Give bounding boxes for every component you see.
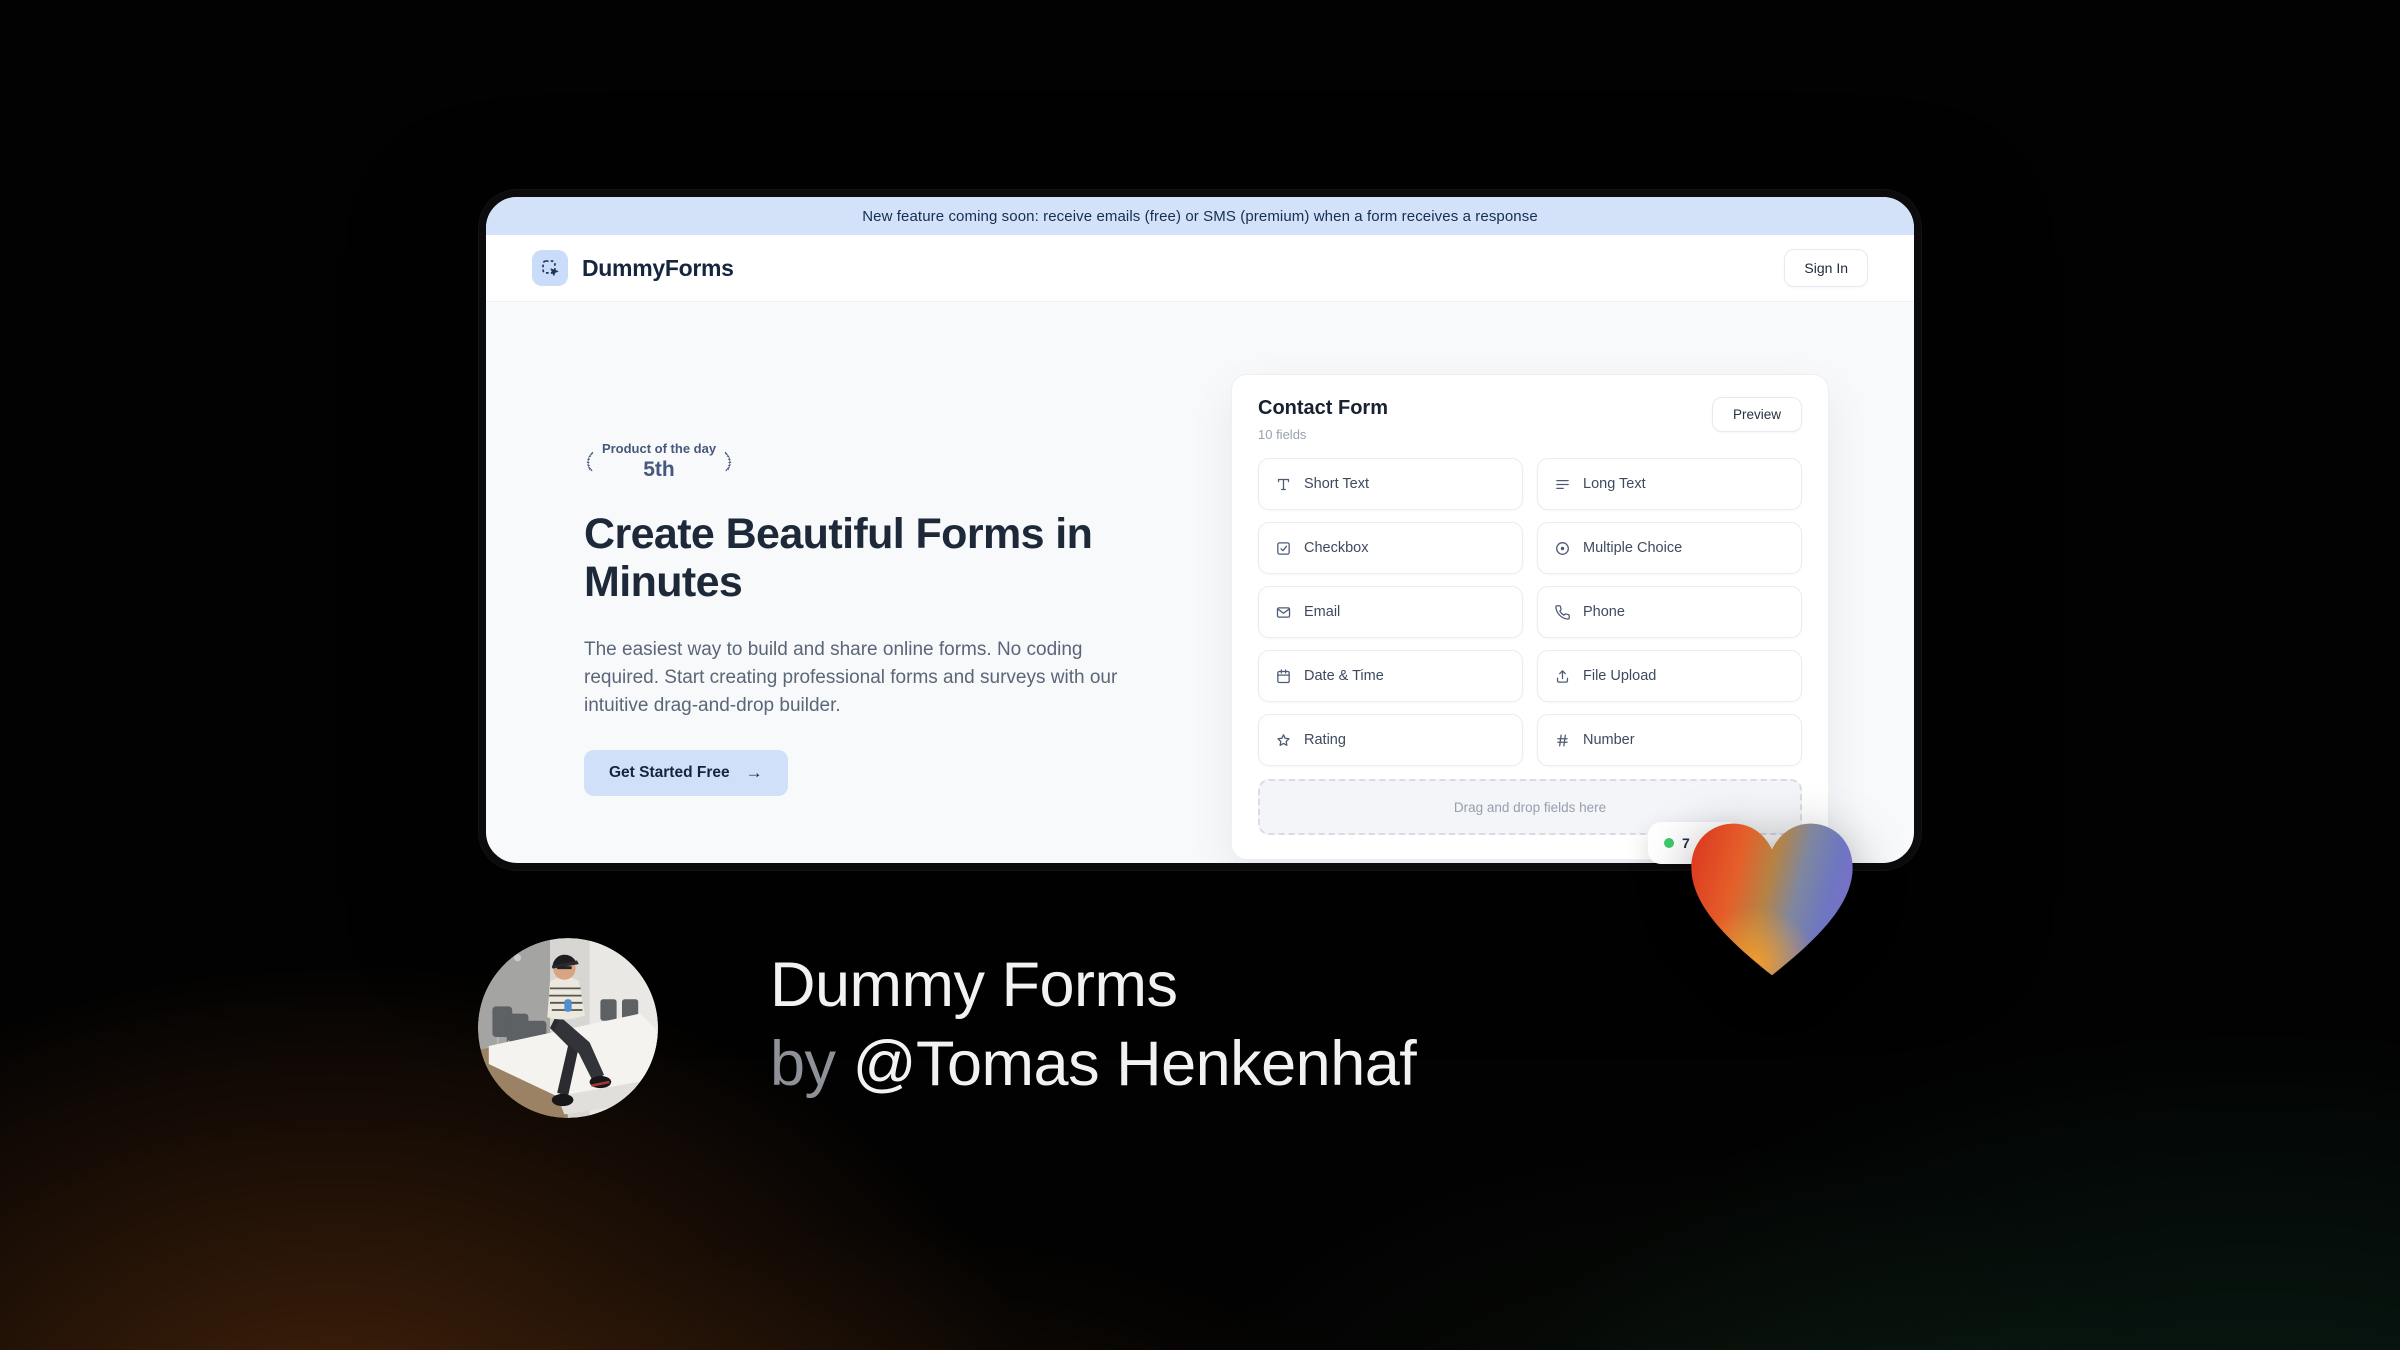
product-of-the-day-badge: Product of the day 5th xyxy=(584,432,734,490)
sign-in-button[interactable]: Sign In xyxy=(1784,249,1868,287)
field-date-time[interactable]: Date & Time xyxy=(1258,650,1523,702)
laurel-right-icon xyxy=(724,451,732,472)
envelope-icon xyxy=(1276,606,1291,618)
field-file-upload[interactable]: File Upload xyxy=(1537,650,1802,702)
checkbox-icon xyxy=(1277,541,1290,555)
hero-section: Product of the day 5th Create Beautiful … xyxy=(486,302,1914,863)
form-field-count: 10 fields xyxy=(1258,427,1307,442)
promo-canvas: New feature coming soon: receive emails … xyxy=(0,0,2400,1350)
field-label: Date & Time xyxy=(1304,668,1384,684)
author-handle: @Tomas Henkenhaf xyxy=(852,1029,1417,1099)
field-type-grid: Short Text Long Text Checkbox Multiple C… xyxy=(1258,458,1802,766)
field-long-text[interactable]: Long Text xyxy=(1537,458,1802,510)
avatar-photo xyxy=(478,938,658,1118)
calendar-icon xyxy=(1277,668,1290,683)
dashed-select-cursor-icon xyxy=(541,259,558,276)
field-label: File Upload xyxy=(1583,668,1657,684)
browser-window: New feature coming soon: receive emails … xyxy=(479,190,1921,870)
form-card-header: Contact Form 10 fields Preview xyxy=(1258,397,1802,442)
field-label: Rating xyxy=(1304,732,1346,748)
byline-prefix: by xyxy=(770,1029,836,1099)
announcement-text: New feature coming soon: receive emails … xyxy=(862,207,1538,225)
get-started-button[interactable]: Get Started Free → xyxy=(584,750,788,796)
form-builder-card: Contact Form 10 fields Preview Short Tex… xyxy=(1231,374,1829,860)
status-dot-icon xyxy=(1664,838,1674,848)
award-rank: 5th xyxy=(643,457,675,481)
star-icon xyxy=(1277,733,1290,746)
dropzone-text: Drag and drop fields here xyxy=(1453,799,1607,815)
attribution-caption: Dummy Forms by @Tomas Henkenhaf xyxy=(770,946,1417,1104)
field-label: Short Text xyxy=(1304,476,1370,492)
preview-button[interactable]: Preview xyxy=(1711,397,1802,432)
field-checkbox[interactable]: Checkbox xyxy=(1258,522,1523,574)
form-title: Contact Form xyxy=(1258,397,1388,419)
phone-icon xyxy=(1555,604,1570,620)
field-label: Email xyxy=(1304,604,1341,620)
hash-icon xyxy=(1557,734,1568,746)
field-number[interactable]: Number xyxy=(1537,714,1802,766)
field-phone[interactable]: Phone xyxy=(1537,586,1802,638)
hero-left-column: Product of the day 5th Create Beautiful … xyxy=(584,432,1166,796)
arrow-right-icon: → xyxy=(745,763,763,782)
field-rating[interactable]: Rating xyxy=(1258,714,1523,766)
field-label: Multiple Choice xyxy=(1583,540,1683,556)
award-text: Product of the day 5th xyxy=(602,441,716,482)
laurel-left-icon xyxy=(586,451,594,472)
brand-logo[interactable] xyxy=(532,250,568,286)
field-multiple-choice[interactable]: Multiple Choice xyxy=(1537,522,1802,574)
long-text-icon xyxy=(1556,479,1569,489)
award-title: Product of the day xyxy=(601,440,717,456)
announcement-banner: New feature coming soon: receive emails … xyxy=(486,197,1914,235)
field-label: Phone xyxy=(1583,604,1625,620)
upload-icon xyxy=(1556,669,1569,683)
avatar-illustration xyxy=(478,938,658,1118)
app-header: DummyForms Sign In xyxy=(486,235,1914,302)
field-short-text[interactable]: Short Text xyxy=(1258,458,1523,510)
radio-icon xyxy=(1556,541,1569,555)
field-label: Long Text xyxy=(1583,476,1646,492)
product-name: Dummy Forms xyxy=(770,950,1178,1020)
gradient-heart-icon xyxy=(1691,823,1853,976)
short-text-icon xyxy=(1277,478,1290,490)
field-label: Checkbox xyxy=(1304,540,1369,556)
hero-description: The easiest way to build and share onlin… xyxy=(584,639,1118,716)
page-title: Create Beautiful Forms in Minutes xyxy=(584,510,1093,606)
get-started-label: Get Started Free xyxy=(609,764,730,781)
brand-name: DummyForms xyxy=(582,254,734,281)
field-email[interactable]: Email xyxy=(1258,586,1523,638)
field-label: Number xyxy=(1583,732,1635,748)
